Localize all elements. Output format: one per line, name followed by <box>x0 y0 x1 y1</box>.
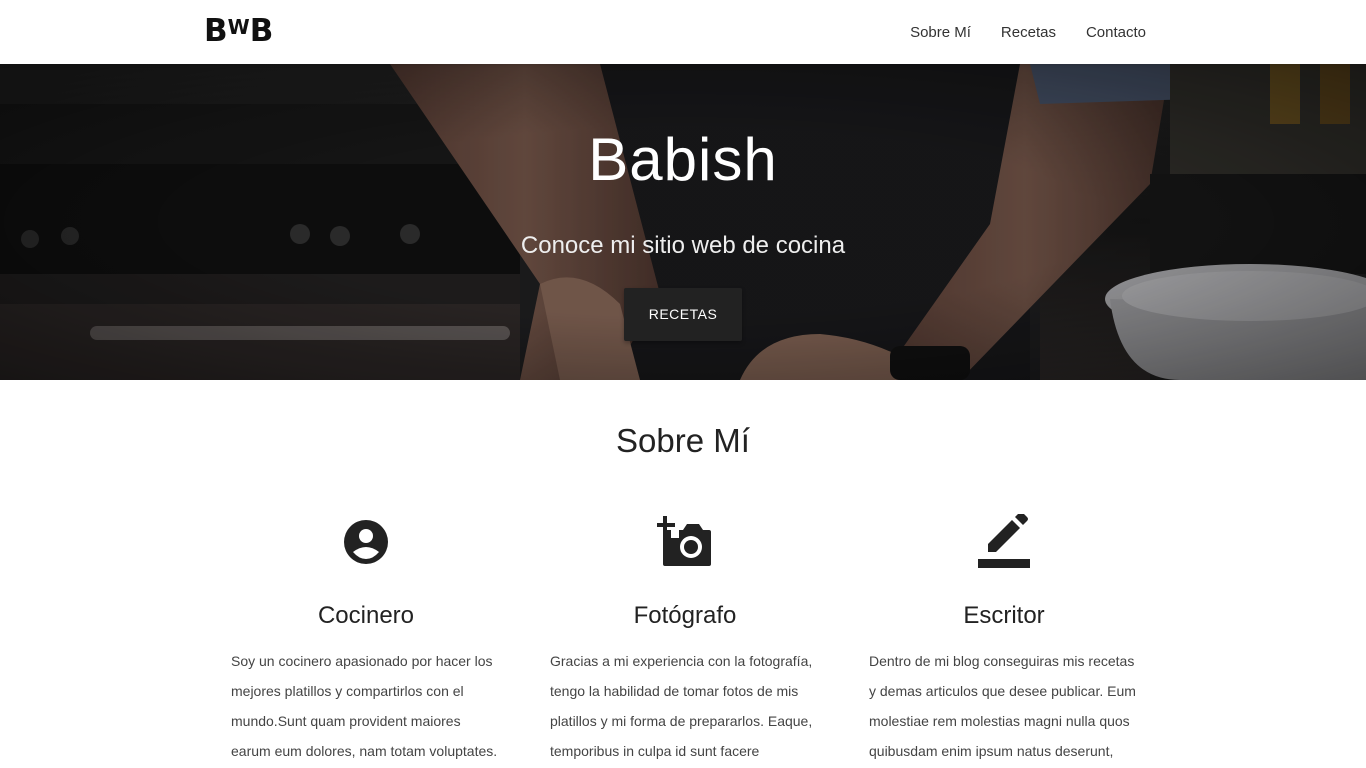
logo-letter-b: B <box>249 13 274 49</box>
card-title: Cocinero <box>317 602 415 629</box>
card-cocinero: Cocinero Soy un cocinero apasionado por … <box>231 514 501 766</box>
hero-content: Babish Conoce mi sitio web de cocina REC… <box>0 64 1366 341</box>
recetas-button[interactable]: RECETAS <box>624 288 742 341</box>
hero-title: Babish <box>588 126 778 193</box>
card-title: Fotógrafo <box>633 602 737 629</box>
card-text: Dentro de mi blog conseguiras mis receta… <box>869 653 1136 759</box>
nav-link-recetas[interactable]: Recetas <box>1001 24 1056 41</box>
card-escritor: Escritor Dentro de mi blog conseguiras m… <box>869 514 1139 768</box>
navbar: BWB Sobre Mí Recetas Contacto <box>0 0 1366 64</box>
add-a-photo-icon <box>550 514 820 570</box>
about-section: Sobre Mí Cocinero Soy un cocinero apasio… <box>0 422 1366 759</box>
section-title: Sobre Mí <box>616 422 750 459</box>
card-fotografo: Fotógrafo Gracias a mi experiencia con l… <box>550 514 820 768</box>
hero-banner: Babish Conoce mi sitio web de cocina REC… <box>0 64 1366 380</box>
hero-subtitle: Conoce mi sitio web de cocina <box>520 232 846 259</box>
card-text: Soy un cocinero apasionado por hacer los… <box>231 653 498 759</box>
nav-link-sobre-mi[interactable]: Sobre Mí <box>910 24 971 41</box>
logo-letter-b: B <box>204 13 228 49</box>
card-text: Gracias a mi experiencia con la fotograf… <box>550 653 813 759</box>
card-title: Escritor <box>963 602 1045 629</box>
account-circle-icon <box>231 514 501 570</box>
edit-pencil-icon <box>869 514 1139 570</box>
nav-link-contacto[interactable]: Contacto <box>1086 24 1146 41</box>
logo-letter-w: W <box>227 15 250 39</box>
logo[interactable]: BWB <box>204 13 274 49</box>
nav-links: Sobre Mí Recetas Contacto <box>910 0 1146 64</box>
